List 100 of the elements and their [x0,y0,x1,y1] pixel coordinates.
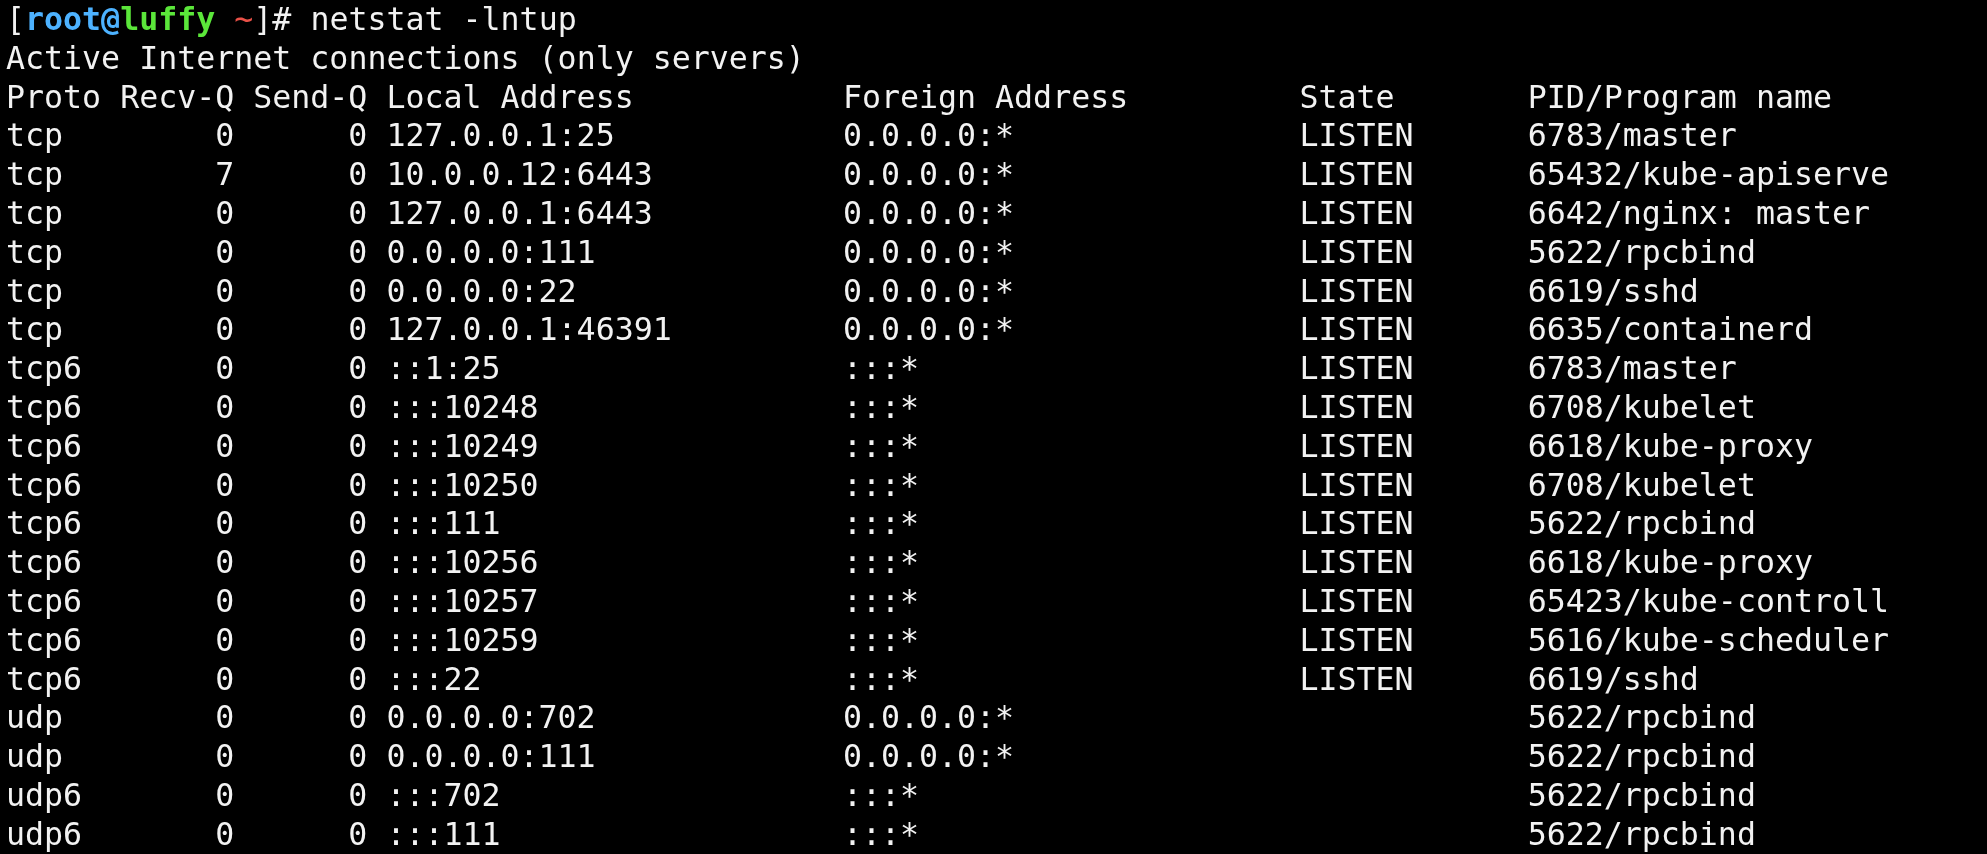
table-cell-text: 0 [214,581,236,621]
table-cell-text: :::10249 [386,426,540,466]
table-cell-text: 0 [347,543,369,582]
table-cell-text: 127.0.0.1:6443 [386,194,654,233]
table-cell-text: tcp [6,232,65,272]
table-cell-text: LISTEN [1299,543,1415,582]
table-cell-text: :::111 [386,504,502,544]
table-cell-text: LISTEN [1299,387,1415,427]
table-cell-text: 127.0.0.1:46391 [386,310,673,350]
table-cell-text: :::10259 [386,620,540,660]
table-cell-text: LISTEN [1299,232,1415,272]
table-cell-text: 0 [347,232,369,272]
table-cell-text: LISTEN [1299,155,1415,194]
table-cell-text: 0 [214,465,236,505]
table-cell-text: tcp [6,194,65,233]
table-cell-text: 0 [347,271,369,311]
table-cell-text: 0 [347,116,369,156]
table-cell-text: 0 [347,155,369,194]
table-cell-text: 0 [214,310,236,350]
table-cell-text: :::* [842,465,920,505]
table-cell-text: :::702 [386,775,502,815]
table-cell-text: 5616/kube-scheduler [1527,620,1891,660]
table-cell-text: 0 [347,737,369,776]
table-cell-text: 0 [214,737,236,776]
table-cell-text: tcp6 [6,543,84,582]
table-cell-text: 6708/kubelet [1527,387,1757,427]
table-cell-text: 0 [214,271,236,311]
table-cell-text: udp6 [6,775,84,815]
table-cell-text: 0 [214,659,236,699]
table-cell-text: 0.0.0.0:* [842,698,1016,738]
table-cell-text: LISTEN [1299,194,1415,233]
table-cell-text: :::10248 [386,387,540,427]
column-header: Local Address [386,77,635,117]
table-cell-text: :::10257 [386,581,540,621]
table-cell-text: LISTEN [1299,659,1415,699]
table-cell-text: :::* [842,659,920,699]
table-cell-text: :::* [842,349,920,388]
table-cell-text: :::10256 [386,543,540,582]
table-cell-text: :::* [842,387,920,427]
table-cell-text: :::10250 [386,465,540,505]
table-cell-text: tcp6 [6,504,84,544]
table-cell-text: LISTEN [1299,426,1415,466]
table-cell-text: 0 [347,349,369,388]
table-cell-text: 0 [214,387,236,427]
table-cell-text: 0 [214,116,236,156]
command-text: netstat -lntup [310,0,577,39]
table-cell-text: 7 [214,155,236,194]
output-title: Active Internet connections (only servers) [6,38,805,78]
table-cell-text: 5622/rpcbind [1527,814,1757,854]
table-cell-text: ::1:25 [386,349,502,388]
table-cell-text: 6618/kube-proxy [1527,426,1814,466]
table-cell-text: 65432/kube-apiserve [1527,155,1891,194]
table-cell-text: 0 [347,698,369,738]
table-cell-text: tcp [6,155,65,194]
table-cell-text: tcp [6,271,65,311]
table-cell-text: 6618/kube-proxy [1527,543,1814,582]
table-cell-text: tcp6 [6,349,84,388]
column-header: Proto [6,77,103,117]
table-cell-text: tcp6 [6,387,84,427]
table-cell-text: 0 [347,194,369,233]
table-cell-text: 0 [214,232,236,272]
shell-prompt: [root@luffy ~]# [6,0,292,39]
table-cell-text: udp [6,698,65,738]
table-cell-text: tcp [6,116,65,156]
column-header: PID/Program name [1527,77,1833,117]
table-cell-text: LISTEN [1299,116,1415,156]
column-header: Recv-Q [120,77,236,117]
table-cell-text: 0.0.0.0:* [842,116,1016,156]
table-cell-text: 6708/kubelet [1527,465,1757,505]
table-cell-text: LISTEN [1299,504,1415,544]
table-cell-text: :::* [842,504,920,544]
table-cell-text: :::* [842,620,920,660]
table-cell-text: 0 [347,387,369,427]
table-cell-text: LISTEN [1299,271,1415,311]
table-cell-text: 0 [214,426,236,466]
table-cell-text: 0.0.0.0:* [842,271,1016,311]
table-cell-text: :::* [842,581,920,621]
table-cell-text: 6642/nginx: master [1527,194,1872,233]
table-cell-text: udp [6,737,65,776]
table-cell-text: 0 [214,543,236,582]
table-cell-text: tcp6 [6,620,84,660]
table-cell-text: 6783/master [1527,116,1738,156]
table-cell-text: 0 [347,581,369,621]
table-cell-text: LISTEN [1299,465,1415,505]
table-cell-text: tcp6 [6,659,84,699]
table-cell-text: 127.0.0.1:25 [386,116,616,156]
table-cell-text: 0 [214,620,236,660]
table-cell-text: tcp6 [6,465,84,505]
table-cell-text: 6619/sshd [1527,271,1700,311]
column-header: Foreign Address [842,77,1130,117]
column-header: State [1299,77,1396,117]
table-cell-text: 0.0.0.0:702 [386,698,597,738]
table-cell-text: 5622/rpcbind [1527,737,1757,776]
table-cell-text: LISTEN [1299,581,1415,621]
table-cell-text: 0 [347,814,369,854]
table-cell-text: 0 [347,310,369,350]
table-cell-text: 0 [347,465,369,505]
table-cell-text: 10.0.0.12:6443 [386,155,654,194]
table-cell-text: 5622/rpcbind [1527,775,1757,815]
table-cell-text: 0 [214,194,236,233]
